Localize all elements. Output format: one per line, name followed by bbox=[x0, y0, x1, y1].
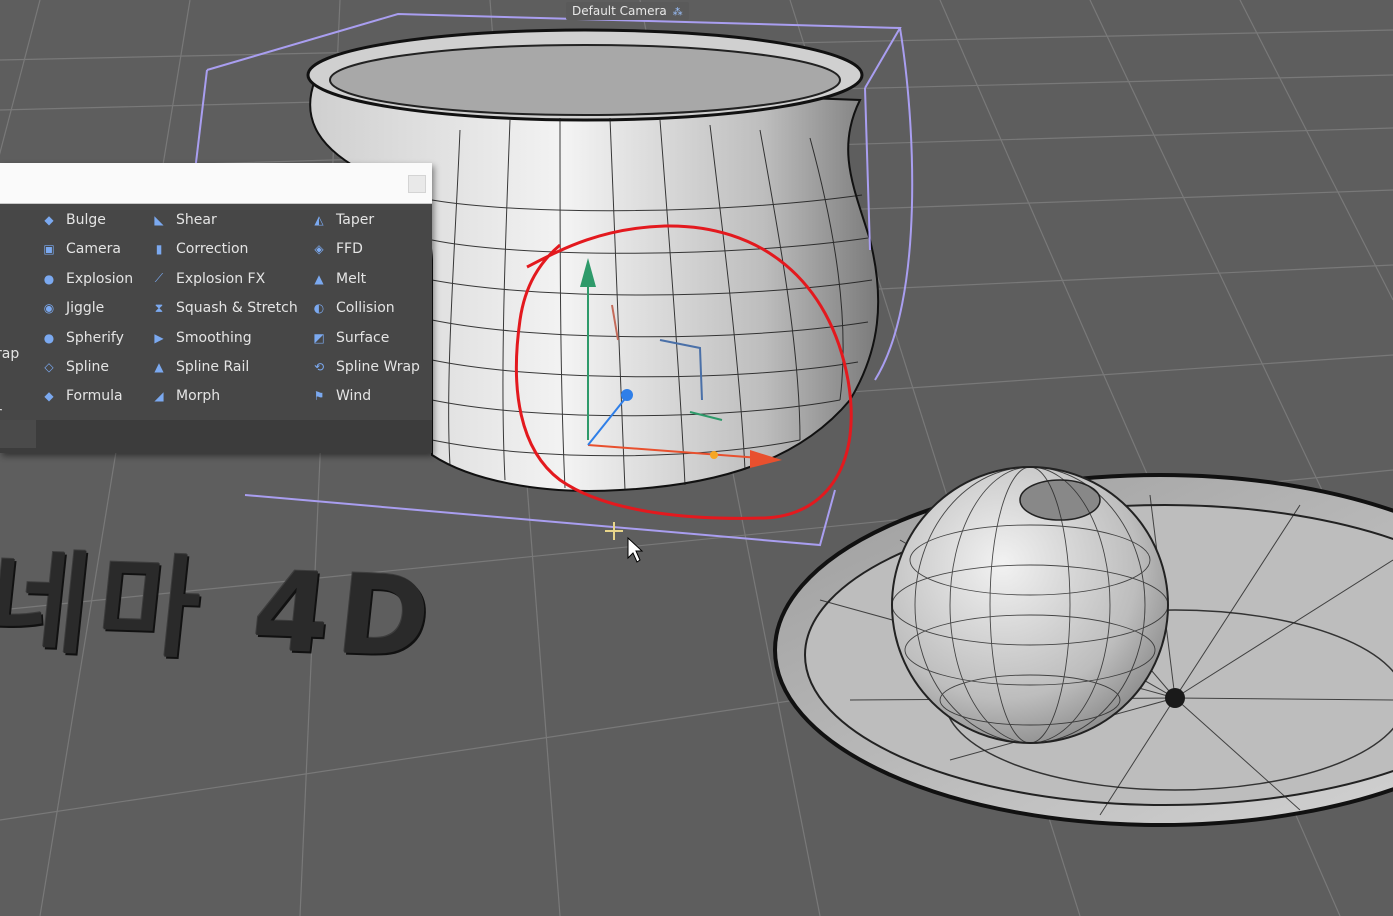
deformer-item-label: Jiggle bbox=[66, 300, 105, 317]
palette-body: rap r ◆Bulge▣Camera●Explosion◉Jiggle●Sph… bbox=[0, 204, 432, 421]
spherify-icon: ● bbox=[43, 330, 55, 345]
deformer-item-collision[interactable]: ◐ Collision bbox=[308, 296, 395, 320]
smoothing-icon: ▶ bbox=[154, 330, 164, 345]
bulge-icon: ◆ bbox=[44, 213, 54, 227]
clipped-item-spline-wrap[interactable]: rap bbox=[0, 342, 19, 366]
deformer-item-explosion[interactable]: ● Explosion bbox=[38, 267, 133, 291]
camera-label[interactable]: Default Camera ⁂ bbox=[566, 2, 689, 20]
deformer-item-spline-wrap[interactable]: ⟲ Spline Wrap bbox=[308, 355, 420, 379]
deformer-item-correction[interactable]: ▮ Correction bbox=[148, 237, 249, 261]
spline-rail-icon: ▲ bbox=[154, 360, 164, 374]
deformer-item-label: Morph bbox=[176, 388, 221, 405]
deformer-item-label: FFD bbox=[336, 241, 363, 258]
jiggle-icon: ◉ bbox=[43, 301, 55, 316]
deformer-item-label: Correction bbox=[176, 241, 249, 258]
deformer-item-label: Camera bbox=[66, 241, 121, 258]
deformer-item-shear[interactable]: ◣ Shear bbox=[148, 208, 217, 232]
deformer-item-bulge[interactable]: ◆ Bulge bbox=[38, 208, 106, 232]
explosion-fx-icon: ⟋ bbox=[154, 271, 164, 286]
deformer-item-taper[interactable]: ◭ Taper bbox=[308, 208, 374, 232]
crosshair-icon bbox=[605, 522, 623, 540]
close-icon[interactable] bbox=[408, 175, 426, 193]
formula-icon: ◆ bbox=[44, 389, 54, 404]
deformer-item-label: Smoothing bbox=[176, 329, 252, 346]
deformer-item-label: Surface bbox=[336, 329, 390, 346]
deformer-item-label: Spline bbox=[66, 359, 110, 375]
deformer-item-label: Explosion FX bbox=[176, 270, 266, 287]
deformer-item-surface[interactable]: ◩ Surface bbox=[308, 326, 389, 350]
deformer-item-label: Wind bbox=[336, 388, 372, 405]
spline-icon: ◇ bbox=[44, 360, 54, 374]
deformer-palette: rap r ◆Bulge▣Camera●Explosion◉Jiggle●Sph… bbox=[0, 163, 432, 453]
deformer-item-explosion-fx[interactable]: ⟋ Explosion FX bbox=[148, 267, 265, 291]
deformer-item-spherify[interactable]: ● Spherify bbox=[38, 326, 124, 350]
morph-icon: ◢ bbox=[154, 389, 164, 404]
deformer-item-ffd[interactable]: ◈ FFD bbox=[308, 237, 363, 261]
deformer-item-label: Shear bbox=[176, 212, 217, 228]
deformer-item-label: Taper bbox=[336, 212, 375, 228]
deformer-item-label: Melt bbox=[336, 270, 367, 287]
camera-deformer-icon: ▣ bbox=[43, 242, 55, 257]
taper-icon: ◭ bbox=[314, 213, 324, 227]
explosion-icon: ● bbox=[43, 271, 55, 286]
deformer-item-spline-rail[interactable]: ▲ Spline Rail bbox=[148, 355, 249, 379]
melt-icon: ▲ bbox=[314, 271, 324, 286]
deformer-item-label: Collision bbox=[336, 300, 395, 317]
deformer-item-squash-stretch[interactable]: ⧗ Squash & Stretch bbox=[148, 296, 298, 320]
deformer-item-morph[interactable]: ◢ Morph bbox=[148, 384, 220, 408]
3d-viewport[interactable]: 네마 4D Default Camera ⁂ bbox=[0, 0, 1393, 916]
shear-icon: ◣ bbox=[154, 213, 164, 227]
palette-footer-tab[interactable] bbox=[0, 420, 36, 448]
deformer-item-jiggle[interactable]: ◉ Jiggle bbox=[38, 296, 105, 320]
collision-icon: ◐ bbox=[313, 301, 325, 316]
wind-icon: ⚑ bbox=[313, 389, 325, 404]
spline-wrap-icon: ⟲ bbox=[313, 360, 325, 374]
squash-stretch-icon: ⧗ bbox=[154, 300, 164, 315]
deformer-item-label: Bulge bbox=[66, 212, 106, 228]
deformer-item-camera-deformer[interactable]: ▣ Camera bbox=[38, 237, 121, 261]
palette-footer bbox=[0, 420, 432, 453]
deformer-item-label: Spline Rail bbox=[176, 359, 250, 375]
deformer-item-formula[interactable]: ◆ Formula bbox=[38, 384, 123, 408]
camera-link-icon[interactable]: ⁂ bbox=[673, 7, 683, 18]
deformer-item-smoothing[interactable]: ▶ Smoothing bbox=[148, 326, 252, 350]
deformer-item-label: Squash & Stretch bbox=[176, 300, 298, 317]
camera-label-text: Default Camera bbox=[572, 4, 667, 18]
deformer-item-label: Explosion bbox=[66, 270, 134, 287]
deformer-item-melt[interactable]: ▲ Melt bbox=[308, 267, 366, 291]
surface-icon: ◩ bbox=[313, 330, 325, 345]
scene-canvas[interactable] bbox=[0, 0, 1393, 916]
deformer-item-label: Spherify bbox=[66, 329, 124, 346]
ffd-icon: ◈ bbox=[314, 242, 324, 257]
palette-header[interactable] bbox=[0, 163, 432, 204]
deformer-item-spline[interactable]: ◇ Spline bbox=[38, 355, 109, 379]
mouse-cursor-icon bbox=[627, 536, 644, 563]
3d-text-object: 네마 4D bbox=[0, 538, 445, 682]
deformer-item-label: Spline Wrap bbox=[336, 359, 420, 375]
correction-icon: ▮ bbox=[155, 242, 163, 257]
deformer-item-wind[interactable]: ⚑ Wind bbox=[308, 384, 372, 408]
deformer-item-label: Formula bbox=[66, 388, 123, 405]
sphere-mesh bbox=[891, 466, 1169, 744]
